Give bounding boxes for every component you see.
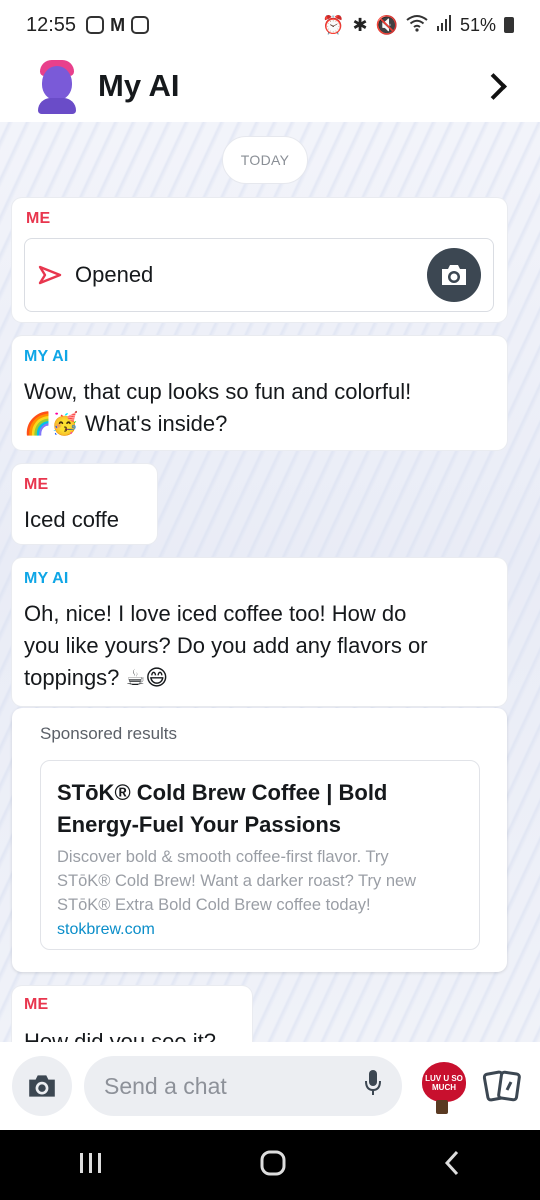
message-card-ai[interactable]: MY AI Oh, nice! I love iced coffee too! … (12, 558, 507, 706)
mute-icon: 🔇 (375, 14, 398, 35)
message-text: Wow, that cup looks so fun and colorful!… (24, 379, 412, 436)
cards-icon[interactable] (480, 1064, 524, 1108)
recent-apps-icon[interactable] (77, 1151, 105, 1180)
page-title[interactable]: My AI (98, 68, 180, 104)
coffee-smile-emoji: ☕😄 (125, 665, 169, 690)
sender-label: MY AI (24, 348, 69, 365)
sender-label: MY AI (24, 570, 69, 587)
battery-icon (504, 17, 514, 33)
rainbow-party-emoji: 🌈🥳 (24, 411, 79, 436)
app-notification-icon (131, 16, 150, 34)
bluetooth-icon: ✱ (352, 14, 368, 35)
snap-item[interactable]: Opened (24, 238, 494, 312)
message-card-me[interactable]: ME Iced coffe (12, 464, 157, 544)
status-time: 12:55 (26, 13, 77, 36)
notification-icons: M (86, 14, 150, 36)
chat-input[interactable]: Send a chat (84, 1056, 402, 1116)
battery-percent: 51% (459, 14, 496, 35)
snap-status: Opened (75, 262, 154, 287)
instagram-icon (86, 16, 105, 34)
wifi-icon (406, 14, 428, 37)
system-icons: ⏰ ✱ 🔇 51% (322, 14, 514, 37)
ad-card[interactable]: STōK® Cold Brew Coffee | Bold Energy-Fue… (40, 760, 480, 950)
gmail-icon: M (110, 14, 126, 35)
camera-reply-icon[interactable] (427, 248, 481, 302)
chevron-right-icon[interactable] (482, 74, 506, 98)
my-ai-avatar[interactable] (34, 58, 82, 114)
back-icon[interactable] (441, 1149, 463, 1182)
ad-description: Discover bold & smooth coffee-first flav… (57, 848, 417, 914)
alarm-icon: ⏰ (322, 14, 345, 35)
chat-input-placeholder: Send a chat (104, 1072, 227, 1099)
sender-label: ME (26, 210, 51, 227)
sender-label: ME (24, 996, 49, 1013)
sponsored-label: Sponsored results (40, 724, 178, 743)
heart-sticker: LUV U SO MUCH (422, 1062, 466, 1102)
message-text: Oh, nice! I love iced coffee too! How do… (24, 601, 428, 690)
message-text: Iced coffe (24, 507, 119, 532)
system-nav-bar (0, 1130, 540, 1200)
ad-link[interactable]: stokbrew.com (57, 921, 463, 939)
status-bar: 12:55 M ⏰ ✱ 🔇 51% (0, 0, 540, 50)
home-icon[interactable] (259, 1149, 287, 1182)
opened-snap-arrow-icon (37, 264, 63, 286)
date-divider: TODAY (222, 136, 308, 184)
signal-icon (436, 14, 452, 36)
bitmoji-sticker-button[interactable]: LUV U SO MUCH (416, 1058, 468, 1114)
microphone-icon[interactable] (364, 1069, 382, 1103)
ad-title: STōK® Cold Brew Coffee | Bold Energy-Fue… (57, 780, 388, 837)
camera-button[interactable] (12, 1056, 72, 1116)
chat-header: My AI (0, 50, 540, 122)
message-card-ai[interactable]: MY AI Wow, that cup looks so fun and col… (12, 336, 507, 450)
camera-icon (29, 1075, 55, 1097)
sender-label: ME (24, 476, 49, 493)
message-card-snap[interactable]: ME Opened (12, 198, 507, 322)
chat-composer: Send a chat LUV U SO MUCH (0, 1042, 540, 1130)
sponsored-results: Sponsored results STōK® Cold Brew Coffee… (12, 708, 507, 972)
